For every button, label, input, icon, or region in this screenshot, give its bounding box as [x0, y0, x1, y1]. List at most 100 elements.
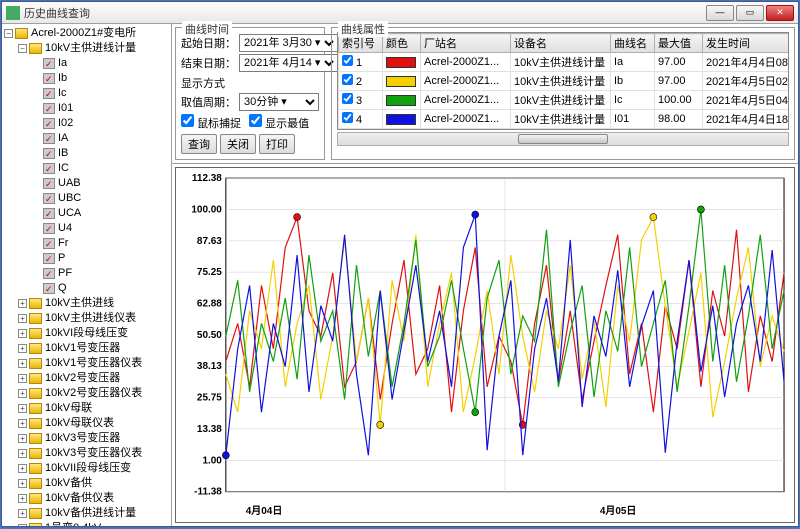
grid-header[interactable]: 最大值 — [655, 34, 703, 53]
svg-text:62.88: 62.88 — [197, 298, 222, 309]
folder-icon — [29, 508, 42, 519]
tree-leaf[interactable]: +Ib — [32, 71, 171, 86]
period-label: 取值周期： — [181, 94, 236, 110]
tree-node[interactable]: +10kVI段母线压变 — [18, 326, 171, 341]
svg-text:25.75: 25.75 — [197, 393, 222, 404]
print-button[interactable]: 打印 — [259, 134, 295, 154]
folder-icon — [29, 298, 42, 309]
tree-pane[interactable]: −Acrel-2000Z1#变电所−10kV主供进线计量+Ia+Ib+Ic+I0… — [2, 24, 172, 526]
tree-node[interactable]: +10kV母联仪表 — [18, 416, 171, 431]
svg-text:50.50: 50.50 — [197, 330, 222, 341]
row-checkbox[interactable] — [342, 74, 353, 85]
tree-leaf[interactable]: +Q — [32, 281, 171, 296]
tree-leaf[interactable]: +I01 — [32, 101, 171, 116]
grid-header[interactable]: 设备名 — [511, 34, 611, 53]
start-date-select[interactable]: 2021年 3月30 ▾ — [239, 34, 338, 52]
tree-leaf[interactable]: +UAB — [32, 176, 171, 191]
svg-text:75.25: 75.25 — [197, 267, 222, 278]
tree-node[interactable]: +10kV主供进线仪表 — [18, 311, 171, 326]
tree-node[interactable]: +1号变0.4kV — [18, 521, 171, 526]
folder-icon — [29, 493, 42, 504]
grid-header[interactable]: 厂站名 — [421, 34, 511, 53]
chart-leaf-icon — [43, 238, 55, 249]
color-swatch — [386, 114, 416, 125]
tree-leaf[interactable]: +Ia — [32, 56, 171, 71]
show-max-checkbox[interactable]: 显示最值 — [249, 114, 309, 131]
chart-leaf-icon — [43, 73, 55, 84]
row-checkbox[interactable] — [342, 112, 353, 123]
minimize-button[interactable]: — — [706, 5, 734, 21]
close-panel-button[interactable]: 关闭 — [220, 134, 256, 154]
svg-text:-11.38: -11.38 — [194, 487, 222, 498]
attribute-panel-legend: 曲线属性 — [338, 21, 388, 37]
color-swatch — [386, 57, 416, 68]
folder-icon — [29, 433, 42, 444]
chart-leaf-icon — [43, 103, 55, 114]
tree-leaf[interactable]: +P — [32, 251, 171, 266]
chart-area[interactable]: -11.381.0013.3825.7538.1350.5062.8875.25… — [175, 167, 795, 523]
tree-node-root[interactable]: −Acrel-2000Z1#变电所 — [4, 26, 171, 41]
tree-node[interactable]: +10kV母联 — [18, 401, 171, 416]
chart-leaf-icon — [43, 118, 55, 129]
period-select[interactable]: 30分钟 ▾ — [239, 93, 319, 111]
folder-icon — [29, 313, 42, 324]
cursor-capture-checkbox[interactable]: 鼠标捕捉 — [181, 114, 241, 131]
tree-node[interactable]: +10kV备供进线计量 — [18, 506, 171, 521]
tree-node[interactable]: +10kV主供进线 — [18, 296, 171, 311]
grid-scrollbar[interactable] — [337, 132, 789, 146]
tree-node[interactable]: +10kV备供仪表 — [18, 491, 171, 506]
tree-node[interactable]: +10kV1号变压器仪表 — [18, 356, 171, 371]
grid-header[interactable]: 颜色 — [383, 34, 421, 53]
grid-row[interactable]: 1 Acrel-2000Z1...10kV主供进线计量Ia97.002021年4… — [339, 53, 790, 72]
attribute-grid[interactable]: 索引号颜色厂站名设备名曲线名最大值发生时间 1 Acrel-2000Z1...1… — [337, 32, 789, 130]
tree-leaf[interactable]: +PF — [32, 266, 171, 281]
folder-icon — [29, 478, 42, 489]
main-window: 历史曲线查询 — ▭ ✕ −Acrel-2000Z1#变电所−10kV主供进线计… — [1, 1, 799, 527]
grid-row[interactable]: 4 Acrel-2000Z1...10kV主供进线计量I0198.002021年… — [339, 110, 790, 129]
chart-leaf-icon — [43, 148, 55, 159]
tree-node[interactable]: +10kV2号变压器仪表 — [18, 386, 171, 401]
tree-leaf[interactable]: +IB — [32, 146, 171, 161]
row-checkbox[interactable] — [342, 55, 353, 66]
app-icon — [6, 6, 20, 20]
tree-node[interactable]: +10kV3号变压器仪表 — [18, 446, 171, 461]
tree-leaf[interactable]: +Ic — [32, 86, 171, 101]
time-panel: 曲线时间 起始日期： 2021年 3月30 ▾ 结束日期： 2021年 4月14… — [175, 27, 325, 160]
chart-leaf-icon — [43, 268, 55, 279]
attribute-panel: 曲线属性 索引号颜色厂站名设备名曲线名最大值发生时间 1 Acrel-2000Z… — [331, 27, 795, 160]
grid-header[interactable]: 发生时间 — [703, 34, 790, 53]
time-panel-legend: 曲线时间 — [182, 21, 232, 37]
svg-text:112.38: 112.38 — [192, 173, 222, 184]
folder-icon — [29, 328, 42, 339]
folder-icon — [29, 463, 42, 474]
chart-leaf-icon — [43, 58, 55, 69]
color-swatch — [386, 76, 416, 87]
tree-leaf[interactable]: +UBC — [32, 191, 171, 206]
tree-node[interactable]: +10kV3号变压器 — [18, 431, 171, 446]
tree-node[interactable]: +10kV1号变压器 — [18, 341, 171, 356]
tree-node[interactable]: +10kV2号变压器 — [18, 371, 171, 386]
query-button[interactable]: 查询 — [181, 134, 217, 154]
folder-icon — [29, 418, 42, 429]
grid-header[interactable]: 曲线名 — [611, 34, 655, 53]
chart-leaf-icon — [43, 253, 55, 264]
grid-row[interactable]: 3 Acrel-2000Z1...10kV主供进线计量Ic100.002021年… — [339, 91, 790, 110]
tree-leaf[interactable]: +IA — [32, 131, 171, 146]
tree-leaf[interactable]: +U4 — [32, 221, 171, 236]
folder-icon — [29, 358, 42, 369]
grid-row[interactable]: 2 Acrel-2000Z1...10kV主供进线计量Ib97.002021年4… — [339, 72, 790, 91]
tree-node[interactable]: +10kV备供 — [18, 476, 171, 491]
folder-icon — [29, 43, 42, 54]
row-checkbox[interactable] — [342, 93, 353, 104]
tree-node[interactable]: +10kVII段母线压变 — [18, 461, 171, 476]
tree-node[interactable]: −10kV主供进线计量 — [18, 41, 171, 56]
close-button[interactable]: ✕ — [766, 5, 794, 21]
tree-leaf[interactable]: +IC — [32, 161, 171, 176]
svg-text:87.63: 87.63 — [197, 236, 222, 247]
svg-text:38.13: 38.13 — [197, 361, 222, 372]
tree-leaf[interactable]: +Fr — [32, 236, 171, 251]
end-date-select[interactable]: 2021年 4月14 ▾ — [239, 54, 338, 72]
tree-leaf[interactable]: +UCA — [32, 206, 171, 221]
maximize-button[interactable]: ▭ — [736, 5, 764, 21]
tree-leaf[interactable]: +I02 — [32, 116, 171, 131]
